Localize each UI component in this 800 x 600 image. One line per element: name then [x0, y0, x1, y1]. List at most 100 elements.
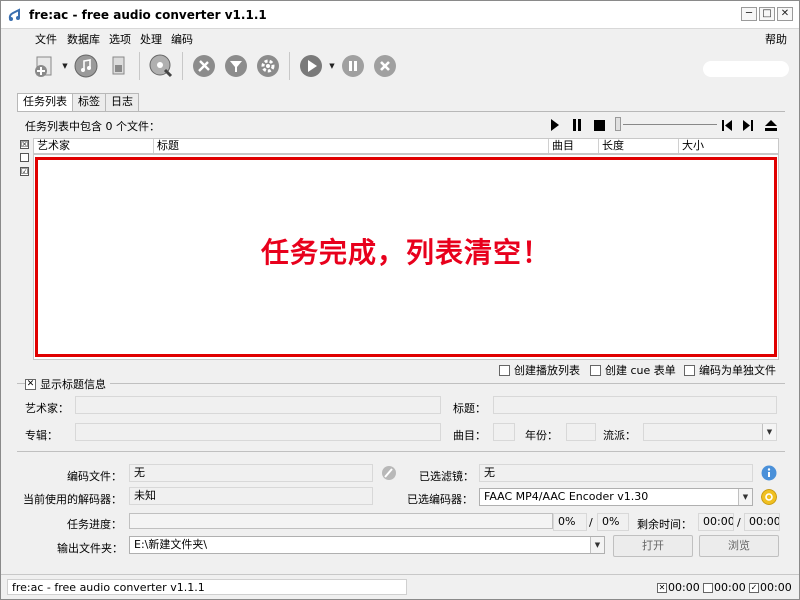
- player-previous-icon[interactable]: [719, 117, 735, 133]
- create-cue-checkbox[interactable]: [590, 364, 601, 376]
- menu-process[interactable]: 处理: [140, 31, 162, 47]
- menu-bar: 文件 数据库 选项 处理 编码 帮助: [1, 29, 799, 47]
- status-bar: fre:ac - free audio converter v1.1.1 ✕ 0…: [1, 574, 799, 599]
- player-play-icon[interactable]: [547, 117, 563, 133]
- status-time-3: ✓ 00:00: [749, 581, 792, 594]
- add-files-dropdown-icon[interactable]: ▼: [61, 51, 69, 81]
- genre-dropdown-icon[interactable]: ▼: [762, 424, 776, 440]
- player-eject-icon[interactable]: [763, 117, 779, 133]
- stop-x-icon: [374, 55, 396, 77]
- toggle-selection-checkbox[interactable]: ☑: [20, 167, 29, 176]
- open-folder-button[interactable]: 打开: [613, 535, 693, 557]
- show-title-info-toggle[interactable]: ✕ 显示标题信息: [25, 376, 110, 392]
- player-seek-track[interactable]: [623, 124, 717, 125]
- browse-folder-button[interactable]: 浏览: [699, 535, 779, 557]
- status-time-2-value: 00:00: [714, 581, 746, 594]
- decoder-field: 未知: [129, 487, 373, 505]
- show-title-info-checkbox[interactable]: ✕: [25, 378, 36, 390]
- encoder-config-icon[interactable]: [761, 489, 777, 505]
- remove-files-button[interactable]: [103, 51, 133, 81]
- menu-database[interactable]: 数据库: [67, 31, 100, 47]
- status-group-line: [17, 451, 785, 452]
- tab-tags[interactable]: 标签: [72, 93, 106, 111]
- filter-icon: [225, 55, 247, 77]
- maximize-button[interactable]: □: [759, 7, 775, 21]
- tab-log[interactable]: 日志: [105, 93, 139, 111]
- tab-strip: 任务列表 标签 日志: [17, 93, 139, 112]
- add-files-icon: [35, 56, 52, 77]
- status-time-1-checkbox[interactable]: ✕: [657, 582, 667, 593]
- cd-search-icon: [149, 54, 173, 78]
- encoder-dropdown-icon[interactable]: ▼: [738, 489, 752, 505]
- encode-single-option[interactable]: 编码为单独文件: [684, 363, 776, 377]
- window-title: fre:ac - free audio converter v1.1.1: [29, 8, 267, 22]
- decoder-label: 当前使用的解码器：: [23, 493, 122, 506]
- joblist-summary: 任务列表中包含 0 个文件：: [25, 120, 160, 133]
- encode-single-checkbox[interactable]: [684, 364, 695, 376]
- joblist-header: 艺术家 标题 曲目 长度 大小: [33, 138, 779, 154]
- output-folder-dropdown-icon[interactable]: ▼: [590, 537, 604, 553]
- title-field[interactable]: [493, 396, 777, 414]
- cddb-query-button[interactable]: [146, 51, 176, 81]
- select-all-checkbox[interactable]: ☒: [20, 140, 29, 149]
- status-time-3-checkbox[interactable]: ✓: [749, 582, 759, 593]
- column-size[interactable]: 大小: [679, 139, 778, 153]
- column-track[interactable]: 曲目: [549, 139, 599, 153]
- output-folder-label: 输出文件夹：: [57, 542, 123, 555]
- track-label: 曲目：: [453, 429, 486, 442]
- encode-dropdown-icon[interactable]: ▼: [328, 51, 336, 81]
- create-playlist-option[interactable]: 创建播放列表: [499, 363, 580, 377]
- progress-label: 任务进度：: [67, 518, 122, 531]
- player-seek-thumb[interactable]: [615, 117, 621, 131]
- close-button[interactable]: ✕: [777, 7, 793, 21]
- column-length[interactable]: 长度: [599, 139, 679, 153]
- play-icon: [300, 55, 322, 77]
- filters-label: 已选滤镜：: [419, 470, 474, 483]
- year-field[interactable]: [566, 423, 596, 441]
- tools-icon: [193, 55, 215, 77]
- toolbar-separator: [289, 52, 290, 80]
- edit-file-icon[interactable]: [381, 465, 397, 481]
- encoder-label: 已选编码器：: [407, 493, 473, 506]
- toolbar-separator: [182, 52, 183, 80]
- start-encoding-button[interactable]: [296, 51, 326, 81]
- annotation-message: 任务完成，列表清空！: [260, 236, 551, 269]
- artist-field[interactable]: [75, 396, 441, 414]
- select-none-checkbox[interactable]: [20, 153, 29, 162]
- column-artist[interactable]: 艺术家: [34, 139, 154, 153]
- tools-button[interactable]: [189, 51, 219, 81]
- column-title[interactable]: 标题: [154, 139, 549, 153]
- menu-encode[interactable]: 编码: [171, 31, 193, 47]
- tab-joblist[interactable]: 任务列表: [17, 93, 73, 112]
- filters-field: 无: [479, 464, 753, 482]
- pause-icon: [342, 55, 364, 77]
- encoding-file-label: 编码文件：: [67, 470, 122, 483]
- status-time-3-value: 00:00: [760, 581, 792, 594]
- player-next-icon[interactable]: [739, 117, 755, 133]
- menu-help[interactable]: 帮助: [765, 31, 787, 47]
- minimize-button[interactable]: ─: [741, 7, 757, 21]
- create-cue-option[interactable]: 创建 cue 表单: [590, 363, 676, 377]
- title-bar[interactable]: fre:ac - free audio converter v1.1.1 ─ □…: [1, 1, 799, 29]
- output-folder-value: E:\新建文件夹\: [134, 538, 208, 551]
- status-time-2-checkbox[interactable]: [703, 582, 713, 593]
- create-playlist-checkbox[interactable]: [499, 364, 510, 376]
- info-icon[interactable]: [761, 465, 777, 481]
- pause-encoding-button[interactable]: [338, 51, 368, 81]
- job-progress-bar: [129, 513, 553, 529]
- add-cd-tracks-button[interactable]: [71, 51, 101, 81]
- player-pause-icon[interactable]: [569, 117, 585, 133]
- output-folder-select[interactable]: E:\新建文件夹\ ▼: [129, 536, 605, 554]
- add-files-button[interactable]: [29, 51, 59, 81]
- genre-select[interactable]: ▼: [643, 423, 777, 441]
- configure-button[interactable]: [253, 51, 283, 81]
- menu-file[interactable]: 文件: [35, 31, 57, 47]
- stop-encoding-button[interactable]: [370, 51, 400, 81]
- menu-options[interactable]: 选项: [109, 31, 131, 47]
- track-field[interactable]: [493, 423, 515, 441]
- album-field[interactable]: [75, 423, 441, 441]
- filter-button[interactable]: [221, 51, 251, 81]
- player-stop-icon[interactable]: [591, 117, 607, 133]
- tab-divider: [17, 111, 785, 112]
- encoder-select[interactable]: FAAC MP4/AAC Encoder v1.30 ▼: [479, 488, 753, 506]
